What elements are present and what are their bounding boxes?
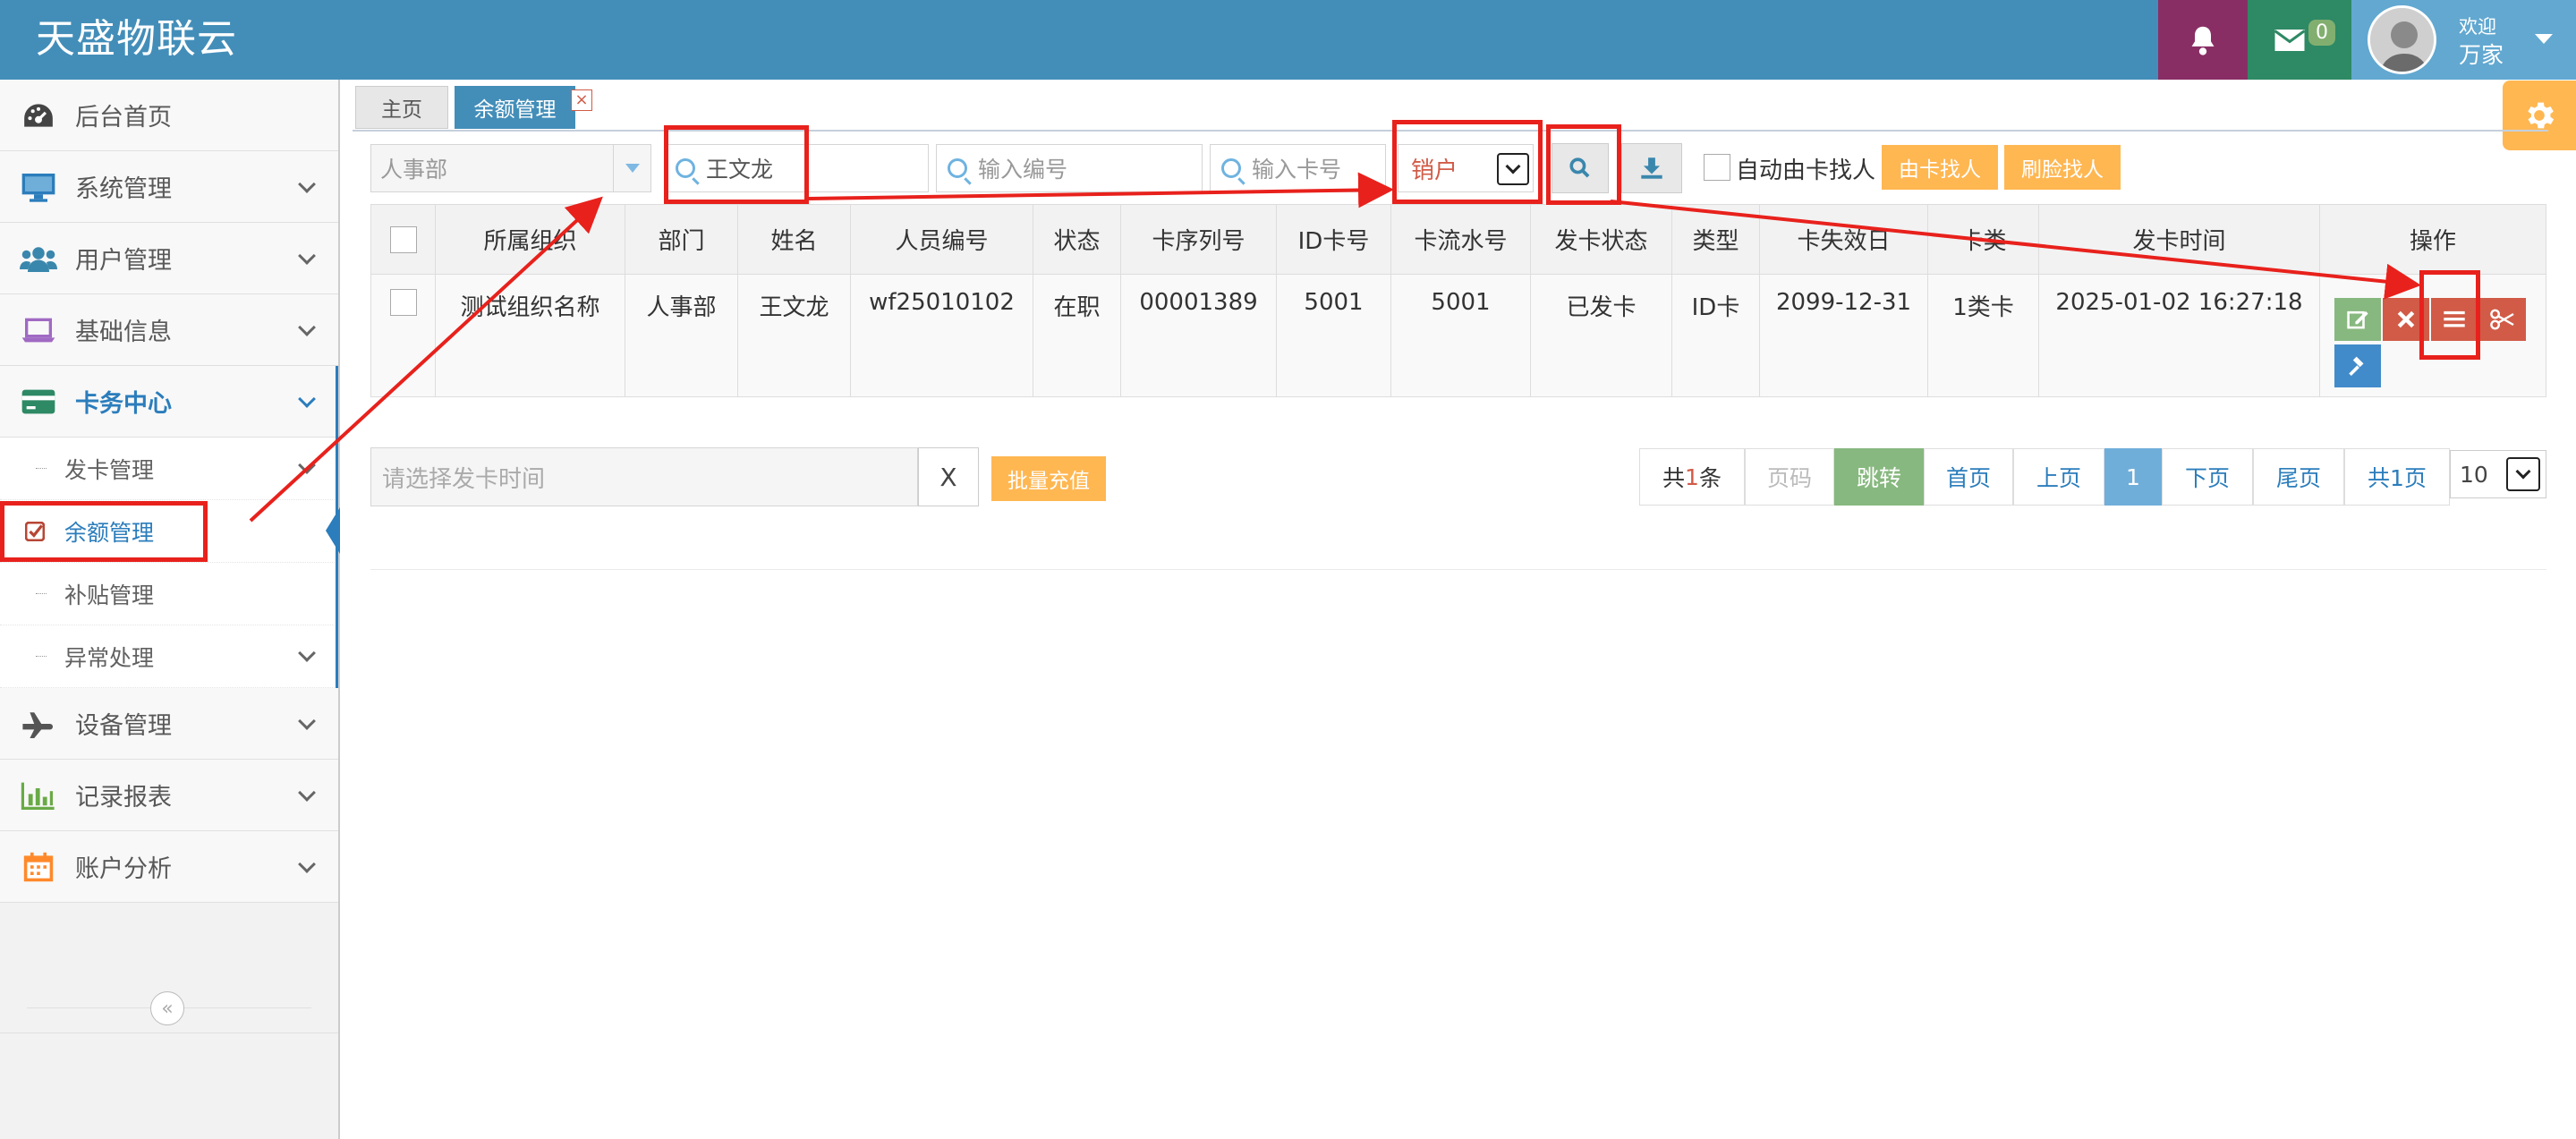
annotation-arrow — [1610, 200, 2421, 300]
annotation-arrows — [249, 172, 2421, 523]
annotation-arrow — [249, 196, 603, 523]
annotation-arrow — [808, 172, 1394, 208]
